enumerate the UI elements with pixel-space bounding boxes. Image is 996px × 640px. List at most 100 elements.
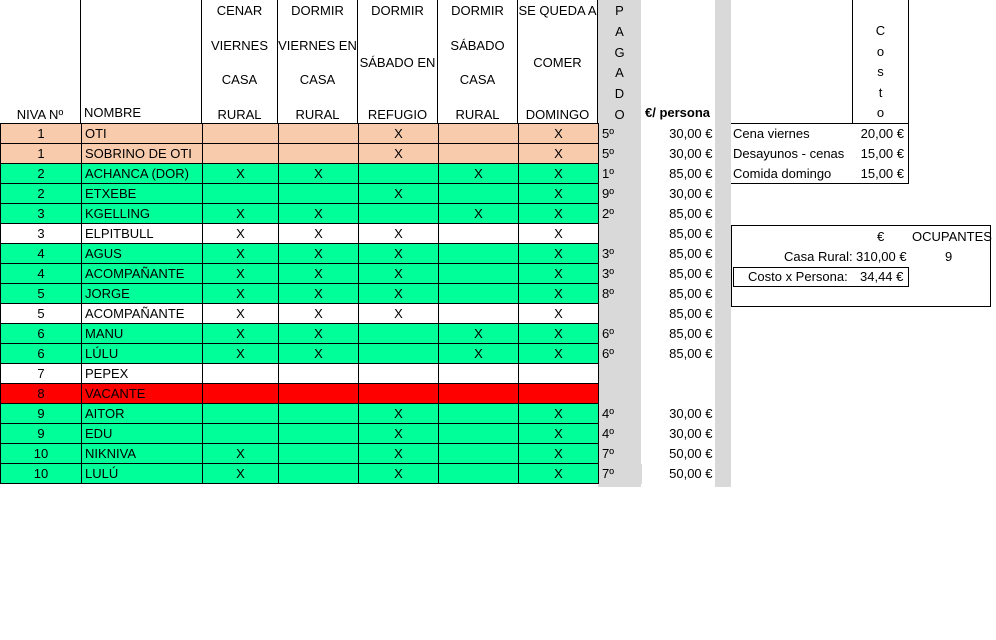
cell-cenar-viernes[interactable]: X bbox=[202, 463, 279, 484]
cell-nombre[interactable]: NIKNIVA bbox=[81, 443, 203, 464]
cell-dormir-sabado-casa[interactable]: X bbox=[438, 343, 519, 364]
cell-precio[interactable]: 85,00 € bbox=[642, 264, 716, 284]
cell-dormir-viernes[interactable] bbox=[278, 443, 359, 464]
cell-precio[interactable]: 85,00 € bbox=[642, 324, 716, 344]
cell-dormir-sabado-refugio[interactable]: X bbox=[358, 403, 439, 424]
cell-precio[interactable] bbox=[642, 364, 716, 384]
cell-cenar-viernes[interactable]: X bbox=[202, 283, 279, 304]
cell-domingo[interactable]: X bbox=[518, 343, 599, 364]
cell-cenar-viernes[interactable] bbox=[202, 123, 279, 144]
cell-precio[interactable]: 30,00 € bbox=[642, 124, 716, 144]
cell-nombre[interactable]: ACOMPAÑANTE bbox=[81, 263, 203, 284]
cell-cenar-viernes[interactable]: X bbox=[202, 243, 279, 264]
cell-dormir-sabado-casa[interactable]: X bbox=[438, 203, 519, 224]
cell-pagado[interactable] bbox=[598, 363, 642, 384]
cell-pagado[interactable]: 9º bbox=[598, 183, 642, 204]
cell-precio[interactable]: 85,00 € bbox=[642, 344, 716, 364]
cell-niva[interactable]: 5 bbox=[0, 303, 82, 324]
cell-pagado[interactable]: 7º bbox=[598, 443, 642, 464]
cell-precio[interactable]: 85,00 € bbox=[642, 284, 716, 304]
cell-dormir-sabado-refugio[interactable]: X bbox=[358, 243, 439, 264]
cell-niva[interactable]: 1 bbox=[0, 143, 82, 164]
cell-pagado[interactable]: 3º bbox=[598, 263, 642, 284]
cell-pagado[interactable]: 4º bbox=[598, 423, 642, 444]
cell-dormir-sabado-refugio[interactable] bbox=[358, 363, 439, 384]
cell-dormir-sabado-casa[interactable] bbox=[438, 143, 519, 164]
cell-pagado[interactable]: 1º bbox=[598, 163, 642, 184]
cell-dormir-viernes[interactable] bbox=[278, 123, 359, 144]
cell-pagado[interactable] bbox=[598, 223, 642, 244]
cell-nombre[interactable]: AGUS bbox=[81, 243, 203, 264]
cell-precio[interactable]: 30,00 € bbox=[642, 184, 716, 204]
cell-domingo[interactable]: X bbox=[518, 163, 599, 184]
cell-nombre[interactable]: AITOR bbox=[81, 403, 203, 424]
cell-domingo[interactable]: X bbox=[518, 203, 599, 224]
cell-niva[interactable]: 4 bbox=[0, 263, 82, 284]
cell-dormir-viernes[interactable]: X bbox=[278, 223, 359, 244]
cell-domingo[interactable]: X bbox=[518, 263, 599, 284]
cell-nombre[interactable]: ACHANCA (DOR) bbox=[81, 163, 203, 184]
cell-niva[interactable]: 8 bbox=[0, 383, 82, 404]
cell-pagado[interactable]: 3º bbox=[598, 243, 642, 264]
cell-dormir-sabado-casa[interactable] bbox=[438, 303, 519, 324]
cell-dormir-viernes[interactable] bbox=[278, 423, 359, 444]
cell-nombre[interactable]: PEPEX bbox=[81, 363, 203, 384]
cell-dormir-sabado-refugio[interactable]: X bbox=[358, 123, 439, 144]
cell-pagado[interactable]: 8º bbox=[598, 283, 642, 304]
cell-pagado[interactable]: 2º bbox=[598, 203, 642, 224]
cell-cenar-viernes[interactable]: X bbox=[202, 443, 279, 464]
cell-domingo[interactable]: X bbox=[518, 403, 599, 424]
cell-dormir-sabado-casa[interactable] bbox=[438, 243, 519, 264]
cell-precio[interactable] bbox=[642, 384, 716, 404]
cell-domingo[interactable]: X bbox=[518, 423, 599, 444]
cell-cenar-viernes[interactable]: X bbox=[202, 163, 279, 184]
cell-domingo[interactable]: X bbox=[518, 323, 599, 344]
cell-dormir-viernes[interactable] bbox=[278, 183, 359, 204]
cell-dormir-sabado-refugio[interactable]: X bbox=[358, 463, 439, 484]
cell-niva[interactable]: 7 bbox=[0, 363, 82, 384]
cell-dormir-sabado-refugio[interactable]: X bbox=[358, 143, 439, 164]
cell-dormir-sabado-refugio[interactable] bbox=[358, 323, 439, 344]
cell-domingo[interactable]: X bbox=[518, 443, 599, 464]
cell-dormir-viernes[interactable]: X bbox=[278, 203, 359, 224]
cell-dormir-sabado-casa[interactable] bbox=[438, 383, 519, 404]
cell-dormir-sabado-casa[interactable] bbox=[438, 443, 519, 464]
cell-dormir-sabado-refugio[interactable] bbox=[358, 383, 439, 404]
cell-cenar-viernes[interactable]: X bbox=[202, 223, 279, 244]
cell-pagado[interactable]: 4º bbox=[598, 403, 642, 424]
cell-niva[interactable]: 3 bbox=[0, 223, 82, 244]
cell-precio[interactable]: 30,00 € bbox=[642, 424, 716, 444]
cell-nombre[interactable]: LULÚ bbox=[81, 463, 203, 484]
cell-dormir-sabado-casa[interactable]: X bbox=[438, 163, 519, 184]
cell-dormir-viernes[interactable] bbox=[278, 383, 359, 404]
cell-dormir-sabado-casa[interactable] bbox=[438, 463, 519, 484]
cell-dormir-sabado-refugio[interactable]: X bbox=[358, 423, 439, 444]
cell-niva[interactable]: 5 bbox=[0, 283, 82, 304]
cell-pagado[interactable] bbox=[598, 383, 642, 404]
cell-cenar-viernes[interactable] bbox=[202, 403, 279, 424]
cell-nombre[interactable]: ACOMPAÑANTE bbox=[81, 303, 203, 324]
cell-domingo[interactable]: X bbox=[518, 223, 599, 244]
cell-pagado[interactable]: 5º bbox=[598, 143, 642, 164]
cell-dormir-viernes[interactable]: X bbox=[278, 323, 359, 344]
cell-nombre[interactable]: OTI bbox=[81, 123, 203, 144]
cell-dormir-sabado-refugio[interactable]: X bbox=[358, 443, 439, 464]
cell-precio[interactable]: 85,00 € bbox=[642, 204, 716, 224]
cell-precio[interactable]: 85,00 € bbox=[642, 244, 716, 264]
cell-niva[interactable]: 9 bbox=[0, 423, 82, 444]
cell-nombre[interactable]: MANU bbox=[81, 323, 203, 344]
cell-dormir-sabado-casa[interactable]: X bbox=[438, 323, 519, 344]
cell-dormir-viernes[interactable]: X bbox=[278, 163, 359, 184]
cell-dormir-sabado-casa[interactable] bbox=[438, 183, 519, 204]
cell-dormir-sabado-refugio[interactable] bbox=[358, 163, 439, 184]
cell-nombre[interactable]: LÚLU bbox=[81, 343, 203, 364]
cell-nombre[interactable]: KGELLING bbox=[81, 203, 203, 224]
cell-domingo[interactable]: X bbox=[518, 283, 599, 304]
cell-dormir-viernes[interactable]: X bbox=[278, 243, 359, 264]
cell-dormir-viernes[interactable]: X bbox=[278, 303, 359, 324]
cell-niva[interactable]: 2 bbox=[0, 163, 82, 184]
cell-precio[interactable]: 50,00 € bbox=[642, 464, 716, 484]
cell-dormir-sabado-casa[interactable] bbox=[438, 283, 519, 304]
cell-dormir-sabado-casa[interactable] bbox=[438, 123, 519, 144]
cell-domingo[interactable] bbox=[518, 383, 599, 404]
